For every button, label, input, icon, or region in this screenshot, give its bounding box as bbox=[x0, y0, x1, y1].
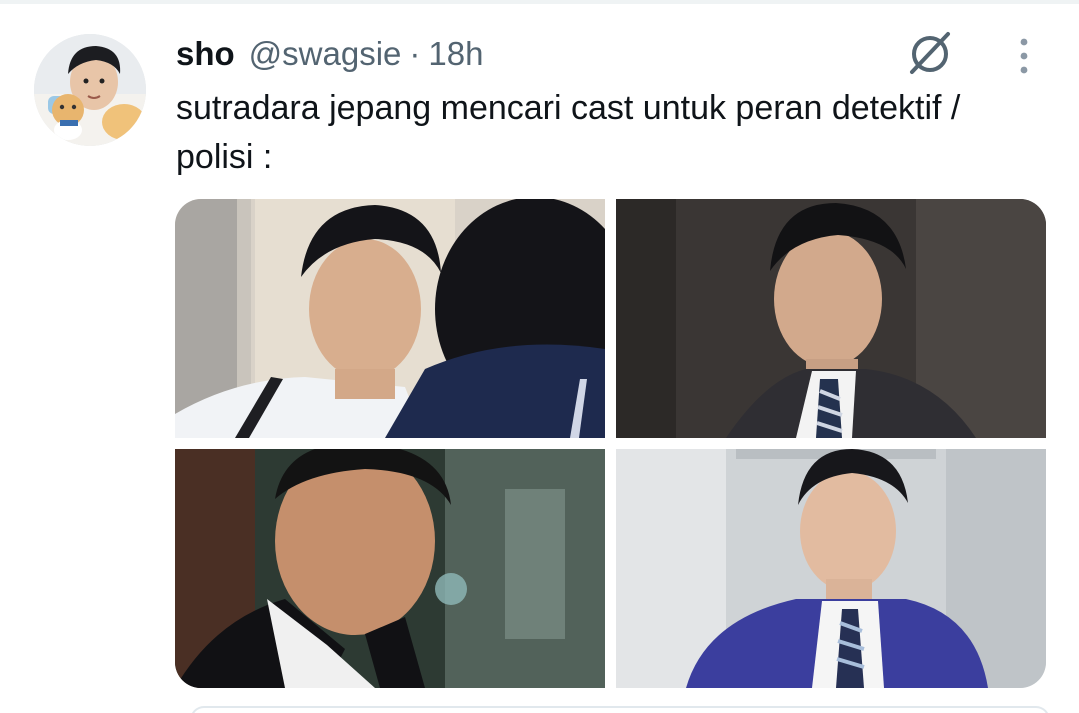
tweet-container: sho @swagsie · 18h sutradara jepang menc… bbox=[0, 0, 1079, 713]
tweet-text: sutradara jepang mencari cast untuk pera… bbox=[176, 89, 961, 176]
next-card-edge bbox=[190, 706, 1050, 713]
top-divider bbox=[0, 0, 1079, 4]
timestamp[interactable]: 18h bbox=[428, 32, 483, 76]
more-options-icon[interactable] bbox=[1008, 36, 1040, 76]
display-name[interactable]: sho bbox=[176, 32, 235, 76]
media-photo-2[interactable] bbox=[616, 199, 1046, 438]
separator-dot: · bbox=[409, 35, 421, 72]
media-grid bbox=[175, 199, 1046, 688]
media-photo-1[interactable] bbox=[175, 199, 605, 438]
grok-icon[interactable] bbox=[904, 26, 956, 78]
user-handle[interactable]: @swagsie bbox=[249, 32, 402, 76]
avatar[interactable] bbox=[34, 34, 146, 146]
avatar-image bbox=[34, 34, 146, 146]
media-photo-3[interactable] bbox=[175, 449, 605, 688]
media-photo-4[interactable] bbox=[616, 449, 1046, 688]
tweet-header: sho @swagsie · 18h bbox=[176, 32, 483, 76]
